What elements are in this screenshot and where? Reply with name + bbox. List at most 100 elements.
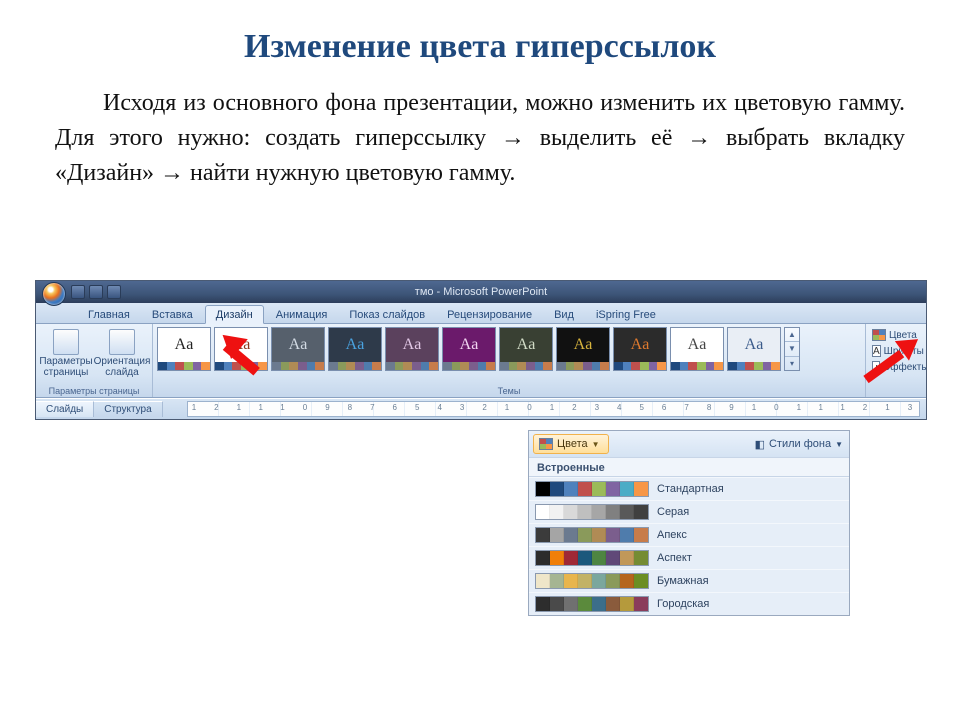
- tab-ispring[interactable]: iSpring Free: [586, 306, 666, 323]
- theme-sample-text: Aa: [557, 328, 609, 362]
- outline-panel-tab[interactable]: Структура: [94, 401, 162, 417]
- theme-stripes-icon: [386, 362, 438, 370]
- color-scheme-item[interactable]: Бумажная: [529, 569, 849, 592]
- page-setup-label: Параметры страницы: [39, 357, 92, 378]
- tab-view[interactable]: Вид: [544, 306, 584, 323]
- theme-sample-text: Aa: [386, 328, 438, 362]
- horizontal-ruler: 121110987654321012345678910111213: [187, 401, 920, 417]
- theme-sample-text: Aa: [158, 328, 210, 362]
- ruler-numbers: 121110987654321012345678910111213: [192, 403, 927, 412]
- fonts-icon: A: [872, 345, 881, 357]
- ribbon-tabs: Главная Вставка Дизайн Анимация Показ сл…: [36, 303, 926, 324]
- theme-thumbnail[interactable]: Aa: [727, 327, 781, 371]
- color-scheme-swatch-icon: [535, 504, 649, 520]
- paint-icon: ◧: [755, 438, 765, 451]
- color-scheme-item[interactable]: Апекс: [529, 523, 849, 546]
- redo-icon[interactable]: [107, 285, 121, 299]
- color-scheme-item[interactable]: Городская: [529, 592, 849, 615]
- color-scheme-name: Апекс: [657, 529, 687, 541]
- color-scheme-item[interactable]: Серая: [529, 500, 849, 523]
- theme-thumbnail[interactable]: Aa: [613, 327, 667, 371]
- undo-icon[interactable]: [89, 285, 103, 299]
- theme-stripes-icon: [671, 362, 723, 370]
- theme-thumbnail[interactable]: Aa: [442, 327, 496, 371]
- tab-review[interactable]: Рецензирование: [437, 306, 542, 323]
- color-scheme-swatch-icon: [535, 527, 649, 543]
- group-page-setup: Параметры страницы Ориентация слайда Пар…: [36, 324, 153, 397]
- theme-stripes-icon: [557, 362, 609, 370]
- dropdown-header: Цвета ▼ ◧ Стили фона ▼: [529, 431, 849, 457]
- colors-swatch-icon: [539, 438, 553, 450]
- color-scheme-swatch-icon: [535, 573, 649, 589]
- tab-slideshow[interactable]: Показ слайдов: [339, 306, 435, 323]
- theme-sample-text: Aa: [671, 328, 723, 362]
- body-fragment: найти нужную цветовую гамму.: [190, 160, 515, 186]
- theme-sample-text: Aa: [728, 328, 780, 362]
- chevron-down-icon: ▼: [592, 440, 600, 449]
- color-scheme-item[interactable]: Стандартная: [529, 477, 849, 500]
- tab-home[interactable]: Главная: [78, 306, 140, 323]
- color-scheme-name: Серая: [657, 506, 689, 518]
- theme-thumbnail[interactable]: Aa: [670, 327, 724, 371]
- background-styles-button[interactable]: ◧ Стили фона ▼: [755, 438, 843, 451]
- page-setup-button[interactable]: Параметры страницы: [40, 327, 92, 378]
- ribbon-body: Параметры страницы Ориентация слайда Пар…: [36, 324, 926, 398]
- arrow-right-icon: →: [687, 124, 711, 151]
- page-setup-icon: [53, 329, 79, 355]
- color-scheme-swatch-icon: [535, 481, 649, 497]
- window-title: тмо - Microsoft PowerPoint: [36, 286, 926, 298]
- chevron-up-icon: ▲: [785, 328, 799, 342]
- under-ribbon-bar: Слайды Структура 12111098765432101234567…: [36, 398, 926, 419]
- chevron-down-icon: ▼: [835, 440, 843, 449]
- theme-sample-text: Aa: [500, 328, 552, 362]
- theme-stripes-icon: [272, 362, 324, 370]
- theme-thumbnail[interactable]: Aa: [556, 327, 610, 371]
- slide-orientation-button[interactable]: Ориентация слайда: [96, 327, 148, 378]
- color-scheme-swatch-icon: [535, 596, 649, 612]
- color-scheme-item[interactable]: Аспект: [529, 546, 849, 569]
- slide-thumbnail-title[interactable]: Основные правила создания: [48, 420, 218, 421]
- color-scheme-name: Стандартная: [657, 483, 724, 495]
- body-fragment: выделить её: [540, 125, 687, 151]
- instruction-paragraph: Исходя из основного фона презентации, мо…: [0, 76, 960, 210]
- theme-thumbnail[interactable]: Aa: [499, 327, 553, 371]
- colors-dropdown-button[interactable]: Цвета ▼: [533, 434, 609, 454]
- arrow-right-icon: →: [160, 159, 184, 186]
- dropdown-icon: ▾: [785, 357, 799, 370]
- theme-stripes-icon: [500, 362, 552, 370]
- orientation-icon: [109, 329, 135, 355]
- theme-thumbnail[interactable]: Aa: [385, 327, 439, 371]
- theme-stripes-icon: [614, 362, 666, 370]
- color-scheme-swatch-icon: [535, 550, 649, 566]
- save-icon[interactable]: [71, 285, 85, 299]
- section-label-builtin: Встроенные: [529, 457, 849, 477]
- office-button-icon[interactable]: [42, 282, 66, 306]
- slides-panel-tab[interactable]: Слайды: [36, 401, 94, 417]
- theme-stripes-icon: [158, 362, 210, 370]
- page-title: Изменение цвета гиперссылок: [0, 0, 960, 76]
- color-scheme-name: Городская: [657, 598, 709, 610]
- theme-stripes-icon: [443, 362, 495, 370]
- arrow-right-icon: →: [501, 124, 525, 151]
- tab-design[interactable]: Дизайн: [205, 305, 264, 324]
- orientation-label: Ориентация слайда: [94, 357, 151, 378]
- theme-thumbnail[interactable]: Aa: [157, 327, 211, 371]
- theme-stripes-icon: [728, 362, 780, 370]
- colors-button-label: Цвета: [557, 438, 588, 450]
- theme-colors-dropdown: Цвета ▼ ◧ Стили фона ▼ Встроенные Станда…: [528, 430, 850, 616]
- background-styles-label: Стили фона: [769, 438, 831, 450]
- color-scheme-name: Бумажная: [657, 575, 709, 587]
- themes-more-button[interactable]: ▲ ▼ ▾: [784, 327, 800, 371]
- theme-thumbnail[interactable]: Aa: [328, 327, 382, 371]
- tab-animation[interactable]: Анимация: [266, 306, 338, 323]
- tab-insert[interactable]: Вставка: [142, 306, 203, 323]
- chevron-down-icon: ▼: [785, 342, 799, 356]
- theme-thumbnail[interactable]: Aa: [271, 327, 325, 371]
- group-themes: Aa Aa Aa Aa Aa Aa Aa Aa Aa Aa Aa ▲ ▼ ▾ Т…: [153, 324, 866, 397]
- theme-sample-text: Aa: [329, 328, 381, 362]
- theme-sample-text: Aa: [272, 328, 324, 362]
- theme-stripes-icon: [329, 362, 381, 370]
- quick-access-toolbar: тмо - Microsoft PowerPoint: [36, 281, 926, 303]
- group-label-themes: Темы: [157, 385, 861, 396]
- theme-sample-text: Aa: [443, 328, 495, 362]
